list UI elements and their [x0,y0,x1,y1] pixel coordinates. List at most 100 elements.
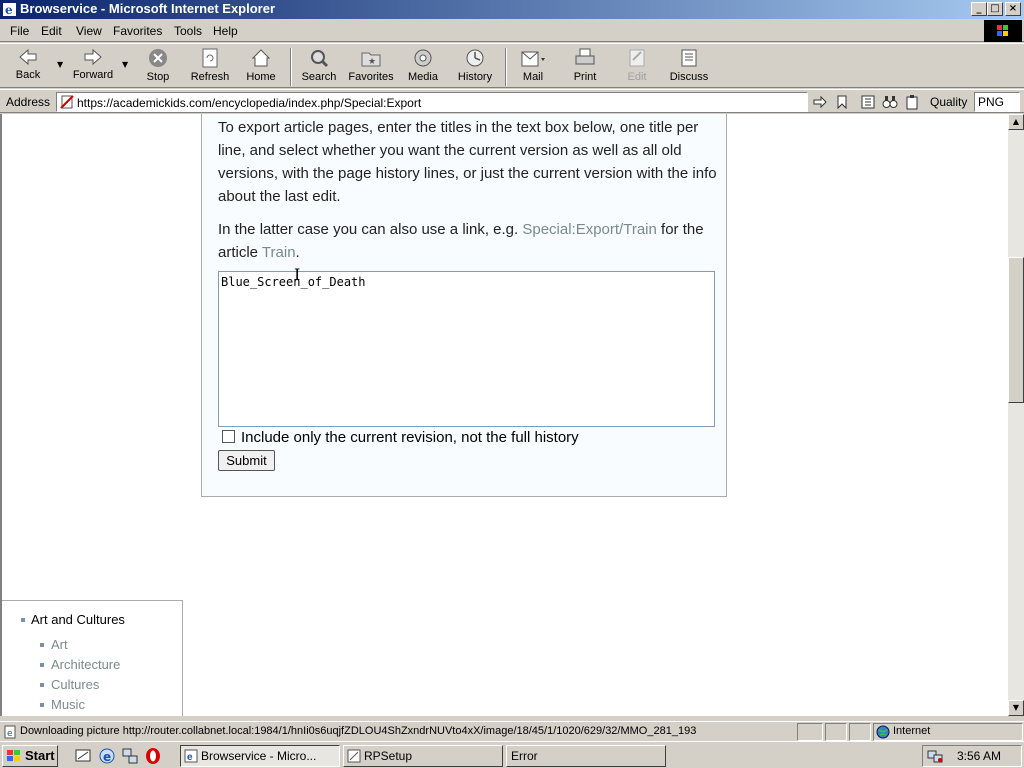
quicklaunch-ie-icon[interactable]: e [98,747,116,765]
menu-tools[interactable]: Tools [174,24,202,38]
reader-icon[interactable] [860,94,876,110]
clock[interactable]: 3:56 AM [957,749,1001,763]
address-label: Address [6,95,51,109]
task-setup-icon [347,749,361,763]
address-url: https://academickids.com/encyclopedia/in… [77,96,422,110]
menu-help[interactable]: Help [213,24,238,38]
nav-item-music[interactable]: Music [51,697,85,712]
titles-textarea[interactable]: Blue_Screen_of_Death [218,271,715,427]
close-button[interactable]: × [1005,2,1021,16]
toolbar-separator [290,48,292,86]
stop-button[interactable]: Stop [140,46,176,88]
print-button[interactable]: Print [566,46,604,88]
status-bar: e Downloading picture http://router.coll… [0,721,1024,741]
edit-icon [629,49,645,67]
favorites-button[interactable]: ★ Favorites [346,46,396,88]
bullet-icon [40,643,44,647]
current-revision-option[interactable]: Include only the current revision, not t… [222,429,579,446]
page-icon [60,95,74,109]
bullet-icon [40,683,44,687]
address-bar: Address https://academickids.com/encyclo… [0,89,1024,113]
refresh-button[interactable]: Refresh [188,46,232,88]
discuss-button[interactable]: Discuss [668,46,710,88]
status-message: Downloading picture http://router.collab… [20,725,697,737]
favorites-folder-icon: ★ [361,52,381,67]
media-icon [414,49,432,67]
quicklaunch-desktop-icon[interactable] [74,747,92,765]
nav-item-cultures[interactable]: Cultures [51,677,99,692]
forward-arrow-icon [84,48,102,66]
task-rpsetup[interactable]: RPSetup [343,745,503,767]
edit-button[interactable]: Edit [618,46,656,88]
network-tray-icon[interactable] [927,749,943,763]
menu-file[interactable]: File [10,24,29,38]
current-revision-checkbox[interactable] [222,430,235,443]
task-error[interactable]: Error [506,745,666,767]
nav-item-art[interactable]: Art [51,637,68,652]
svg-text:★: ★ [368,56,376,66]
print-icon [575,48,595,65]
svg-text:e: e [187,752,193,763]
nav-heading[interactable]: Art and Cultures [31,612,125,627]
status-panel [849,723,871,741]
link-paragraph: In the latter case you can also use a li… [218,221,704,261]
scroll-thumb[interactable] [1008,257,1024,403]
mail-button[interactable]: Mail [514,46,552,88]
discuss-icon [681,49,697,67]
zone-label: Internet [893,725,931,737]
maximize-button[interactable]: □ [987,2,1003,16]
page-viewport[interactable]: To export article pages, enter the title… [0,114,1008,716]
submit-button[interactable]: Submit [218,450,275,471]
start-button[interactable]: Start [2,745,58,767]
internet-globe-icon [876,725,890,739]
window-title: Browservice - Microsoft Internet Explore… [20,1,276,16]
quality-label: Quality [930,95,968,109]
title-bar[interactable]: e Browservice - Microsoft Internet Explo… [0,0,1024,19]
task-ie-icon: e [184,749,198,763]
forward-dropdown-icon[interactable]: ▼ [122,60,128,69]
export-box: To export article pages, enter the title… [201,114,727,497]
download-page-icon: e [4,725,16,739]
minimize-button[interactable]: _ [971,2,987,16]
status-panel [797,723,823,741]
toolbar-separator [505,48,507,86]
search-button[interactable]: Search [298,46,340,88]
search-icon [311,50,329,68]
back-arrow-icon [19,48,37,66]
forward-button[interactable]: Forward [70,46,116,88]
quicklaunch-opera-icon[interactable] [144,747,162,765]
bullet-icon [21,618,25,622]
svg-text:e: e [5,3,13,17]
task-browservice[interactable]: e Browservice - Micro... [180,745,340,767]
svg-text:e: e [103,750,111,764]
go-arrow-icon[interactable] [812,94,828,110]
quality-select[interactable]: PNG [974,92,1020,112]
intro-paragraph: To export article pages, enter the title… [218,119,717,205]
train-article-link[interactable]: Train [262,244,296,261]
menu-edit[interactable]: Edit [41,24,62,38]
nav-item-architecture[interactable]: Architecture [51,657,120,672]
bookmark-icon[interactable] [834,94,850,110]
media-button[interactable]: Media [404,46,442,88]
export-train-link[interactable]: Special:Export/Train [522,221,657,238]
refresh-icon [202,48,218,68]
back-dropdown-icon[interactable]: ▼ [57,60,63,69]
address-input[interactable]: https://academickids.com/encyclopedia/in… [56,92,808,112]
text-cursor-icon: I [294,265,301,284]
history-icon [466,49,484,67]
home-icon [251,49,271,67]
clipboard-icon[interactable] [904,94,920,110]
stop-icon [149,49,167,67]
back-button[interactable]: Back [8,46,48,88]
history-button[interactable]: History [452,46,498,88]
menu-favorites[interactable]: Favorites [113,24,162,38]
quicklaunch-network-icon[interactable] [121,747,139,765]
find-binoculars-icon[interactable] [882,94,898,110]
checkbox-label: Include only the current revision, not t… [241,429,579,446]
scroll-down-icon[interactable]: ▼ [1008,700,1024,716]
menu-view[interactable]: View [76,24,102,38]
home-button[interactable]: Home [242,46,280,88]
scroll-up-icon[interactable]: ▲ [1008,114,1024,130]
svg-text:e: e [7,729,13,739]
vertical-scrollbar[interactable]: ▲ ▼ [1008,114,1024,716]
